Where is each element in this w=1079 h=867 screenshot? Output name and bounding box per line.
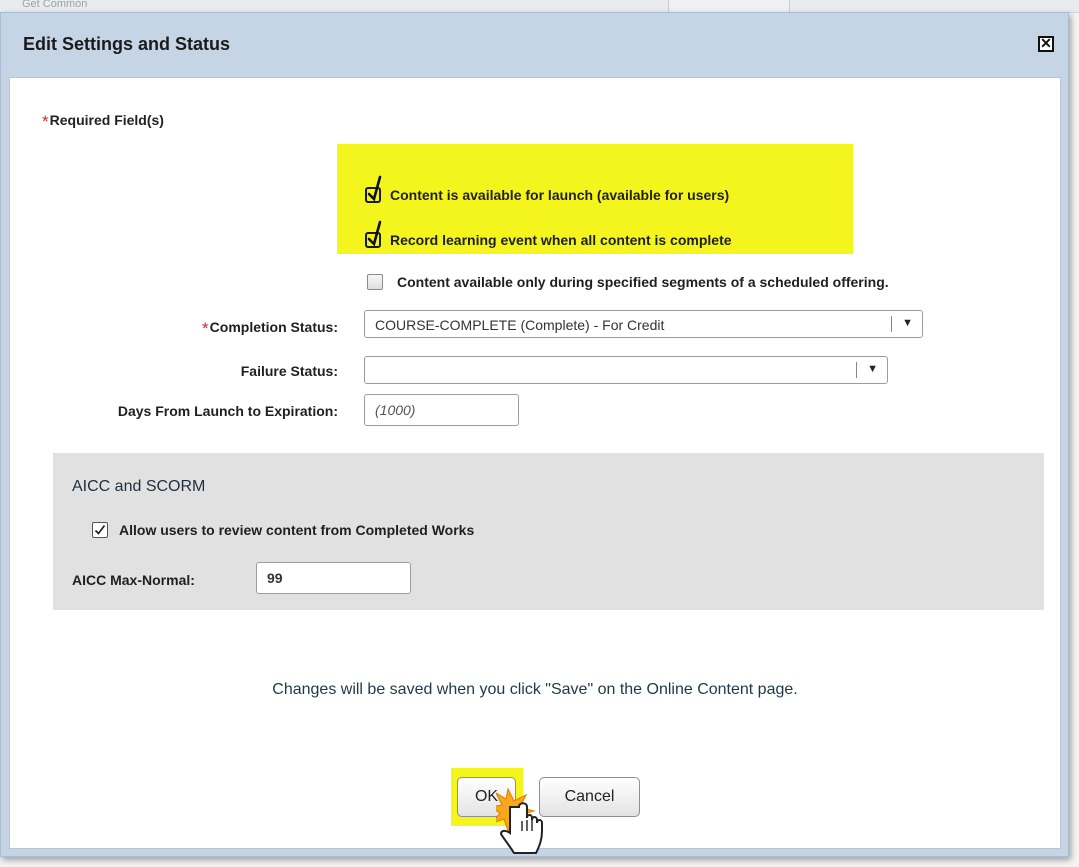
dialog-content: *Required Field(s) Content is available … <box>9 77 1061 854</box>
completion-status-value: COURSE-COMPLETE (Complete) - For Credit <box>375 317 665 333</box>
select-divider <box>891 316 892 332</box>
available-for-launch-label: Content is available for launch (availab… <box>390 187 730 203</box>
allow-review-label: Allow users to review content from Compl… <box>119 522 475 538</box>
background-element <box>668 0 790 12</box>
aicc-scorm-title: AICC and SCORM <box>72 478 206 495</box>
dropdown-arrow-icon[interactable]: ▼ <box>867 363 878 375</box>
required-fields-text: Required Field(s) <box>49 112 164 128</box>
select-divider <box>856 362 857 378</box>
allow-review-option[interactable]: Allow users to review content from Compl… <box>92 522 474 538</box>
available-for-launch-checkbox[interactable] <box>365 175 382 203</box>
dialog-title: Edit Settings and Status <box>23 34 231 54</box>
scheduled-segments-checkbox[interactable] <box>367 274 383 290</box>
edit-settings-dialog: Edit Settings and Status ✕ *Required Fie… <box>0 12 1069 857</box>
dropdown-arrow-icon[interactable]: ▼ <box>902 317 913 329</box>
scheduled-segments-option[interactable]: Content available only during specified … <box>367 274 889 290</box>
checkmark-icon <box>94 524 106 535</box>
available-for-launch-option[interactable]: Content is available for launch (availab… <box>365 175 730 203</box>
allow-review-checkbox[interactable] <box>92 522 108 538</box>
days-to-expiration-label: Days From Launch to Expiration: <box>117 403 338 419</box>
required-star: * <box>202 319 209 338</box>
days-to-expiration-input[interactable]: (1000) <box>364 394 519 426</box>
required-fields-note: *Required Field(s) <box>42 110 164 131</box>
close-icon[interactable]: ✕ <box>1038 36 1054 52</box>
failure-status-select[interactable]: ▼ <box>364 356 888 384</box>
checkmark-icon <box>367 175 382 202</box>
record-learning-event-option[interactable]: Record learning event when all content i… <box>365 220 732 248</box>
completion-status-text: Completion Status: <box>209 319 338 335</box>
failure-status-label: Failure Status: <box>240 363 338 379</box>
scheduled-segments-label: Content available only during specified … <box>397 274 889 290</box>
save-notice: Changes will be saved when you click "Sa… <box>272 681 798 698</box>
background-text: Get Common <box>22 0 88 10</box>
checkmark-icon <box>367 220 382 247</box>
dialog-titlebar: Edit Settings and Status ✕ <box>1 13 1068 77</box>
required-star: * <box>42 112 49 131</box>
aicc-scorm-panel: AICC and SCORM Allow users to review con… <box>53 453 1044 610</box>
completion-status-label: *Completion Status: <box>202 317 338 338</box>
hand-cursor-icon <box>496 787 543 854</box>
record-learning-event-label: Record learning event when all content i… <box>390 232 732 248</box>
record-learning-event-checkbox[interactable] <box>365 220 382 248</box>
completion-status-select[interactable]: COURSE-COMPLETE (Complete) - For Credit … <box>364 310 923 338</box>
aicc-max-normal-input[interactable]: 99 <box>256 562 411 594</box>
aicc-max-normal-label: AICC Max-Normal: <box>72 572 195 588</box>
